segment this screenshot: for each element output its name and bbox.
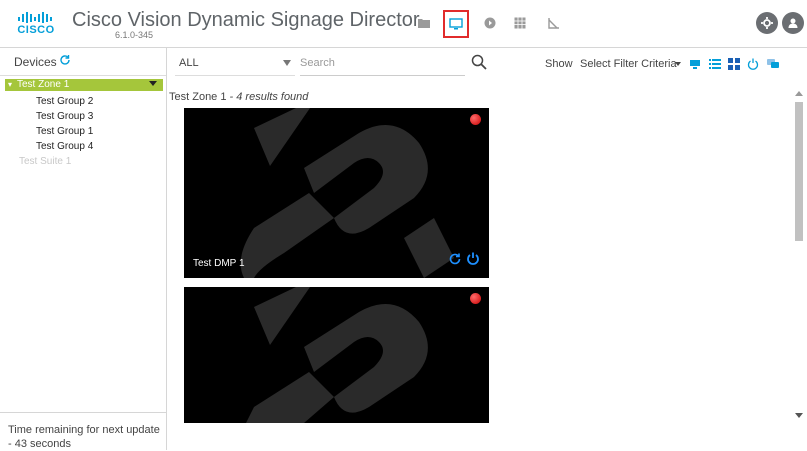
- scroll-down-arrow[interactable]: [795, 413, 803, 418]
- tree-item-zone[interactable]: ▾ Test Zone 1: [5, 79, 163, 91]
- update-status: Time remaining for next update - 43 seco…: [0, 412, 166, 451]
- power-icon[interactable]: [465, 251, 481, 272]
- search-icon[interactable]: [471, 54, 487, 75]
- results-count: - 4 results found: [226, 91, 309, 103]
- show-label: Show: [545, 58, 573, 70]
- tree-item-suite[interactable]: Test Suite 1: [19, 156, 71, 167]
- broken-link-icon: [246, 287, 428, 423]
- results-zone: Test Zone 1: [169, 91, 227, 103]
- scroll-up-arrow[interactable]: [795, 91, 803, 96]
- criteria-caret-icon[interactable]: [675, 62, 681, 66]
- results-summary: Test Zone 1 - 4 results found: [169, 91, 308, 103]
- tile-view-icon[interactable]: [689, 57, 701, 69]
- chart-icon[interactable]: [544, 13, 564, 33]
- cisco-bars-icon: [18, 12, 52, 23]
- grid-view-icon[interactable]: [728, 57, 740, 70]
- app-header: CISCO Cisco Vision Dynamic Signage Direc…: [0, 0, 807, 48]
- filter-select[interactable]: ALL: [179, 57, 199, 69]
- devices-title: Devices: [14, 55, 57, 69]
- list-view-icon[interactable]: [709, 57, 721, 69]
- filter-criteria-dropdown[interactable]: Select Filter Criteria: [580, 58, 677, 70]
- tree-item-group[interactable]: Test Group 4: [36, 141, 93, 152]
- tree-item-group[interactable]: Test Group 2: [36, 96, 93, 107]
- cisco-logo: CISCO: [16, 11, 56, 37]
- filter-underline: [175, 75, 295, 76]
- device-name: Test DMP 1: [193, 258, 245, 269]
- play-icon[interactable]: [480, 13, 500, 33]
- content-scrollbar[interactable]: [794, 91, 804, 423]
- user-icon[interactable]: [782, 12, 804, 34]
- app-title: Cisco Vision Dynamic Signage Director: [72, 9, 420, 31]
- monitor-icon[interactable]: [443, 10, 469, 38]
- device-card[interactable]: [184, 287, 489, 423]
- cisco-wordmark: CISCO: [17, 24, 55, 36]
- refresh-icon[interactable]: [58, 53, 72, 72]
- update-status-text: Time remaining for next update - 43 seco…: [8, 424, 160, 450]
- chat-icon[interactable]: [767, 57, 779, 69]
- tree-item-group[interactable]: Test Group 1: [36, 126, 93, 137]
- tree-item-group[interactable]: Test Group 3: [36, 111, 93, 122]
- settings-icon[interactable]: [756, 12, 778, 34]
- power-filter-icon[interactable]: [747, 57, 759, 70]
- filter-dropdown-icon[interactable]: [283, 60, 291, 66]
- device-card[interactable]: Test DMP 1: [184, 108, 489, 278]
- card-actions: [447, 251, 481, 272]
- zone-label: Test Zone 1: [17, 79, 70, 90]
- search-underline: [300, 75, 465, 76]
- zone-dropdown-icon[interactable]: [149, 81, 157, 86]
- search-input[interactable]: Search: [300, 57, 460, 69]
- scroll-thumb[interactable]: [795, 102, 803, 241]
- broken-link-icon: [240, 108, 454, 278]
- status-indicator: [470, 114, 481, 125]
- status-indicator: [470, 293, 481, 304]
- caret-down-icon[interactable]: ▾: [8, 80, 12, 89]
- app-version: 6.1.0-345: [115, 30, 154, 40]
- folder-icon[interactable]: [414, 13, 434, 33]
- calendar-icon[interactable]: [510, 13, 530, 33]
- refresh-icon[interactable]: [447, 251, 463, 272]
- filter-toolbar: ALL Search Show Select Filter Criteria: [167, 48, 807, 78]
- devices-header: Devices: [0, 48, 166, 76]
- devices-sidebar: Devices ▾ Test Zone 1 Test Group 2 Test …: [0, 48, 167, 450]
